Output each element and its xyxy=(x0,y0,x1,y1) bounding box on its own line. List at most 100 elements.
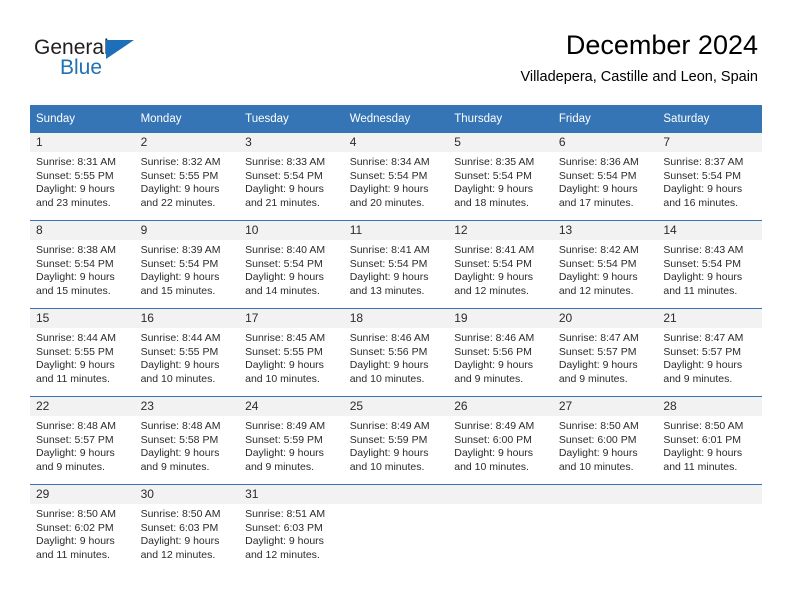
day-details: Sunrise: 8:41 AM Sunset: 5:54 PM Daylight:… xyxy=(344,240,449,298)
sunrise-time: Sunrise: 8:46 AM xyxy=(454,332,535,344)
sunset-time: Sunset: 6:03 PM xyxy=(245,521,323,534)
sunset-time: Sunset: 5:54 PM xyxy=(245,257,323,270)
weekday-header-monday: Monday xyxy=(134,105,240,132)
calendar-day[interactable]: 28 Sunrise: 8:50 AM Sunset: 6:01 PM Dayligh… xyxy=(657,396,762,484)
calendar-cell xyxy=(448,484,553,572)
calendar-day[interactable]: 27 Sunrise: 8:50 AM Sunset: 6:00 PM Dayligh… xyxy=(552,396,658,484)
sunrise-time: Sunrise: 8:38 AM xyxy=(36,244,116,256)
sunset-time: Sunset: 5:54 PM xyxy=(558,169,637,182)
blue-triangle-icon xyxy=(106,40,134,59)
calendar-day-empty xyxy=(448,484,553,572)
calendar-day[interactable]: 21 Sunrise: 8:47 AM Sunset: 5:57 PM Dayligh… xyxy=(657,308,762,396)
day-number: 23 xyxy=(134,397,240,416)
calendar-cell: 13 Sunrise: 8:42 AM Sunset: 5:54 PM Dayligh… xyxy=(552,220,658,308)
daylight-line-1: Daylight: 9 hours xyxy=(140,535,220,548)
sunrise-time: Sunrise: 8:40 AM xyxy=(245,244,326,256)
daylight-line-2: and 11 minutes. xyxy=(663,460,738,473)
calendar-day[interactable]: 6 Sunrise: 8:36 AM Sunset: 5:54 PM Daylight… xyxy=(552,132,658,220)
daylight-line-1: Daylight: 9 hours xyxy=(558,359,638,372)
daylight-line-2: and 12 minutes. xyxy=(454,284,529,297)
calendar-day[interactable]: 7 Sunrise: 8:37 AM Sunset: 5:54 PM Daylight… xyxy=(657,132,762,220)
calendar-day[interactable]: 3 Sunrise: 8:33 AM Sunset: 5:54 PM Daylight… xyxy=(239,132,344,220)
daylight-line-1: Daylight: 9 hours xyxy=(663,359,743,372)
sunrise-time: Sunrise: 8:49 AM xyxy=(454,420,535,432)
calendar-day[interactable]: 11 Sunrise: 8:41 AM Sunset: 5:54 PM Dayligh… xyxy=(343,220,449,308)
calendar-day[interactable]: 31 Sunrise: 8:51 AM Sunset: 6:03 PM Dayligh… xyxy=(239,484,344,572)
sunrise-time: Sunrise: 8:50 AM xyxy=(36,508,116,520)
sunset-time: Sunset: 5:57 PM xyxy=(663,345,742,358)
daylight-line-1: Daylight: 9 hours xyxy=(140,271,220,284)
day-details: Sunrise: 8:48 AM Sunset: 5:58 PM Daylight:… xyxy=(135,416,240,474)
sunset-time: Sunset: 6:03 PM xyxy=(140,521,219,534)
day-details: Sunrise: 8:50 AM Sunset: 6:01 PM Daylight:… xyxy=(657,416,762,474)
calendar-day[interactable]: 24 Sunrise: 8:49 AM Sunset: 5:59 PM Dayligh… xyxy=(239,396,344,484)
daylight-line-1: Daylight: 9 hours xyxy=(349,447,429,460)
day-details: Sunrise: 8:47 AM Sunset: 5:57 PM Daylight:… xyxy=(553,328,658,386)
logo-text-blue: Blue xyxy=(60,56,103,79)
daylight-line-2: and 15 minutes. xyxy=(36,284,111,297)
calendar-cell: 28 Sunrise: 8:50 AM Sunset: 6:01 PM Dayligh… xyxy=(657,396,762,484)
sunset-time: Sunset: 6:01 PM xyxy=(663,433,742,446)
sunrise-time: Sunrise: 8:47 AM xyxy=(558,332,639,344)
calendar-cell: 19 Sunrise: 8:46 AM Sunset: 5:56 PM Dayligh… xyxy=(448,308,553,396)
sunrise-time: Sunrise: 8:32 AM xyxy=(140,156,221,168)
day-number: 7 xyxy=(657,133,762,152)
calendar-day[interactable]: 19 Sunrise: 8:46 AM Sunset: 5:56 PM Dayligh… xyxy=(448,308,553,396)
calendar-day[interactable]: 14 Sunrise: 8:43 AM Sunset: 5:54 PM Dayligh… xyxy=(657,220,762,308)
daylight-line-1: Daylight: 9 hours xyxy=(663,447,743,460)
calendar-day[interactable]: 4 Sunrise: 8:34 AM Sunset: 5:54 PM Daylight… xyxy=(343,132,449,220)
sunset-time: Sunset: 5:54 PM xyxy=(36,257,114,270)
sunset-time: Sunset: 5:54 PM xyxy=(140,257,219,270)
calendar-day[interactable]: 9 Sunrise: 8:39 AM Sunset: 5:54 PM Daylight… xyxy=(134,220,240,308)
general-blue-logo[interactable]: General Blue xyxy=(34,36,234,88)
calendar-day[interactable]: 1 Sunrise: 8:31 AM Sunset: 5:55 PM Daylight… xyxy=(30,132,135,220)
sunset-time: Sunset: 5:56 PM xyxy=(349,345,428,358)
sunset-time: Sunset: 5:59 PM xyxy=(245,433,323,446)
daylight-line-2: and 23 minutes. xyxy=(36,196,111,209)
day-number: 21 xyxy=(657,309,762,328)
calendar-day[interactable]: 16 Sunrise: 8:44 AM Sunset: 5:55 PM Dayligh… xyxy=(134,308,240,396)
calendar-cell: 7 Sunrise: 8:37 AM Sunset: 5:54 PM Daylight… xyxy=(657,132,762,220)
calendar-day[interactable]: 13 Sunrise: 8:42 AM Sunset: 5:54 PM Dayligh… xyxy=(552,220,658,308)
day-number: 15 xyxy=(30,309,135,328)
sunset-time: Sunset: 5:54 PM xyxy=(349,257,428,270)
calendar-day[interactable]: 17 Sunrise: 8:45 AM Sunset: 5:55 PM Dayligh… xyxy=(239,308,344,396)
sunrise-time: Sunrise: 8:33 AM xyxy=(245,156,326,168)
calendar-cell: 4 Sunrise: 8:34 AM Sunset: 5:54 PM Daylight… xyxy=(343,132,449,220)
page-subtitle: Villadepera, Castille and Leon, Spain xyxy=(520,69,758,85)
day-number: 26 xyxy=(448,397,553,416)
calendar-week-row: 29 Sunrise: 8:50 AM Sunset: 6:02 PM Dayligh… xyxy=(30,484,762,572)
sunrise-time: Sunrise: 8:35 AM xyxy=(454,156,535,168)
calendar-day[interactable]: 10 Sunrise: 8:40 AM Sunset: 5:54 PM Dayligh… xyxy=(239,220,344,308)
calendar-day[interactable]: 22 Sunrise: 8:48 AM Sunset: 5:57 PM Dayligh… xyxy=(30,396,135,484)
calendar-day[interactable]: 29 Sunrise: 8:50 AM Sunset: 6:02 PM Dayligh… xyxy=(30,484,135,572)
weekday-header-sunday: Sunday xyxy=(30,105,135,132)
calendar-day[interactable]: 30 Sunrise: 8:50 AM Sunset: 6:03 PM Dayligh… xyxy=(134,484,240,572)
calendar-day[interactable]: 12 Sunrise: 8:41 AM Sunset: 5:54 PM Dayligh… xyxy=(448,220,553,308)
calendar-body: 1 Sunrise: 8:31 AM Sunset: 5:55 PM Daylight… xyxy=(30,132,762,572)
calendar-day[interactable]: 15 Sunrise: 8:44 AM Sunset: 5:55 PM Dayligh… xyxy=(30,308,135,396)
calendar-cell: 6 Sunrise: 8:36 AM Sunset: 5:54 PM Daylight… xyxy=(552,132,658,220)
calendar-day[interactable]: 18 Sunrise: 8:46 AM Sunset: 5:56 PM Dayligh… xyxy=(343,308,449,396)
calendar-day[interactable]: 26 Sunrise: 8:49 AM Sunset: 6:00 PM Dayligh… xyxy=(448,396,553,484)
daylight-line-1: Daylight: 9 hours xyxy=(454,359,534,372)
page-header: General Blue December 2024 Villadepera, … xyxy=(0,0,792,100)
day-details: Sunrise: 8:47 AM Sunset: 5:57 PM Daylight:… xyxy=(657,328,762,386)
daylight-line-2: and 20 minutes. xyxy=(349,196,425,209)
day-details: Sunrise: 8:49 AM Sunset: 6:00 PM Daylight:… xyxy=(448,416,553,474)
calendar-day[interactable]: 8 Sunrise: 8:38 AM Sunset: 5:54 PM Daylight… xyxy=(30,220,135,308)
calendar-cell: 25 Sunrise: 8:49 AM Sunset: 5:59 PM Dayligh… xyxy=(343,396,449,484)
calendar-day[interactable]: 5 Sunrise: 8:35 AM Sunset: 5:54 PM Daylight… xyxy=(448,132,553,220)
calendar-cell: 15 Sunrise: 8:44 AM Sunset: 5:55 PM Dayligh… xyxy=(30,308,135,396)
calendar-day[interactable]: 20 Sunrise: 8:47 AM Sunset: 5:57 PM Dayligh… xyxy=(552,308,658,396)
page-title: December 2024 xyxy=(565,30,758,60)
calendar-day[interactable]: 2 Sunrise: 8:32 AM Sunset: 5:55 PM Daylight… xyxy=(134,132,240,220)
weekday-header-tuesday: Tuesday xyxy=(239,105,344,132)
sunset-time: Sunset: 5:57 PM xyxy=(36,433,114,446)
calendar-week-row: 8 Sunrise: 8:38 AM Sunset: 5:54 PM Daylight… xyxy=(30,220,762,308)
calendar-day[interactable]: 25 Sunrise: 8:49 AM Sunset: 5:59 PM Dayligh… xyxy=(343,396,449,484)
daylight-line-1: Daylight: 9 hours xyxy=(663,271,743,284)
day-number: 30 xyxy=(134,485,240,504)
day-number: 3 xyxy=(239,133,344,152)
calendar-day[interactable]: 23 Sunrise: 8:48 AM Sunset: 5:58 PM Dayligh… xyxy=(134,396,240,484)
